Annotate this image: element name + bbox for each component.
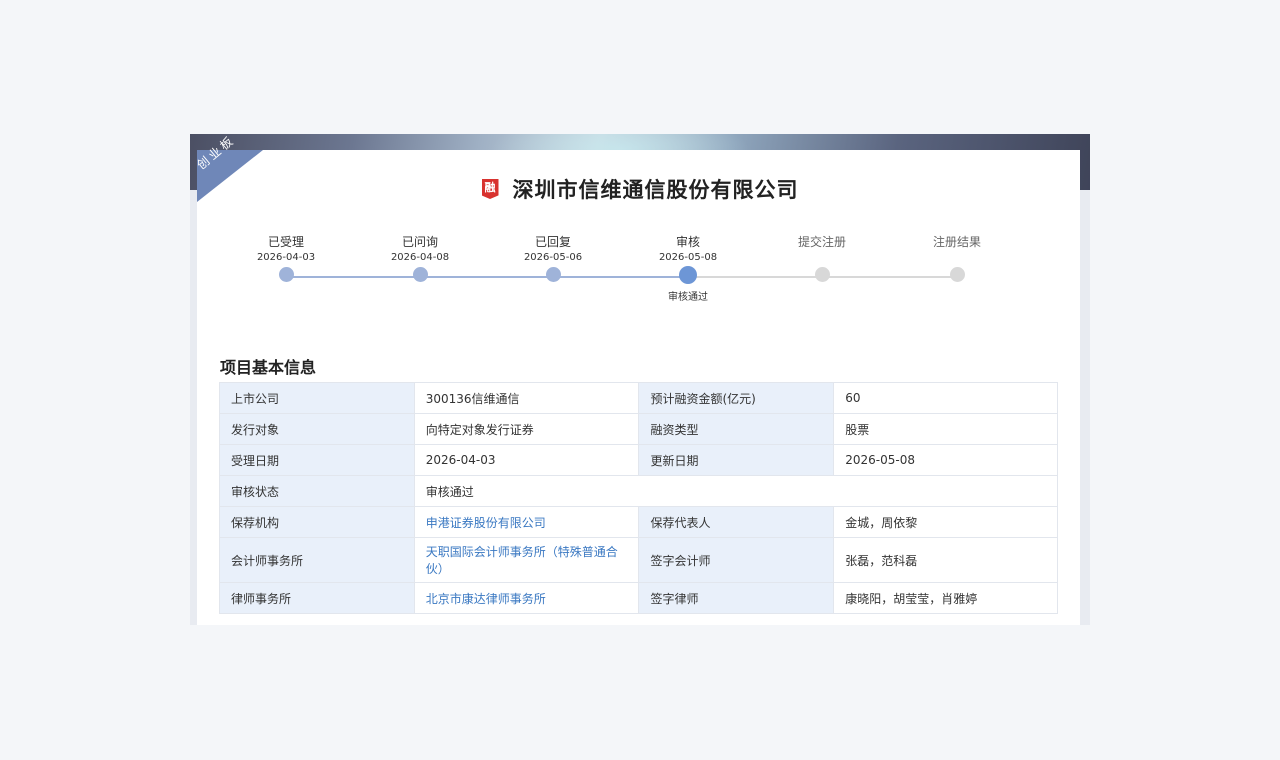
review-status-label: 审核状态 (219, 475, 415, 507)
table-row: 上市公司 300136信维通信 预计融资金额(亿元) 60 (219, 382, 1058, 414)
accountant-value: 张磊，范科磊 (833, 537, 1058, 583)
financing-icon: 融 (481, 179, 499, 199)
review-progress: 已受理 2026-04-03 已问询 2026-04-08 已回复 2026-0… (190, 234, 1090, 314)
project-detail-panel: 创业板 融 深圳市信维通信股份有限公司 已受理 2026-04-03 已问询 2… (190, 134, 1090, 625)
company-title: 深圳市信维通信股份有限公司 (512, 178, 799, 202)
step-date (762, 250, 882, 266)
sponsor-rep-label: 保荐代表人 (638, 506, 835, 538)
sponsor-label: 保荐机构 (219, 506, 415, 538)
step-date: 2026-05-08 (658, 252, 718, 263)
step-date: 2026-05-06 (523, 252, 583, 263)
step-label: 已回复 (534, 235, 571, 249)
accounting-firm-label: 会计师事务所 (219, 537, 415, 583)
step-status: 审核通过 (668, 292, 708, 303)
review-status-value: 审核通过 (413, 475, 1059, 507)
issue-target-value: 向特定对象发行证券 (413, 413, 640, 445)
listed-company-label: 上市公司 (219, 382, 415, 414)
step-replied: 已回复 2026-05-06 (493, 234, 613, 282)
table-row: 保荐机构 申港证券股份有限公司 保荐代表人 金城，周依黎 (219, 506, 1058, 538)
update-date-value: 2026-05-08 (833, 444, 1058, 476)
lawyer-label: 签字律师 (638, 582, 835, 614)
step-dot (949, 267, 965, 282)
step-registration-result: 注册结果 (897, 234, 1017, 282)
step-submit-registration: 提交注册 (762, 234, 882, 282)
step-dot (545, 267, 561, 282)
listed-company-value: 300136信维通信 (413, 382, 640, 414)
accountant-label: 签字会计师 (638, 537, 835, 583)
law-firm-label: 律师事务所 (219, 582, 415, 614)
update-date-label: 更新日期 (638, 444, 835, 476)
step-inquired: 已问询 2026-04-08 (360, 234, 480, 282)
est-financing-value: 60 (833, 382, 1058, 414)
table-row: 发行对象 向特定对象发行证券 融资类型 股票 (219, 413, 1058, 445)
step-date: 2026-04-08 (390, 252, 450, 263)
step-date: 2026-04-03 (256, 252, 316, 263)
accounting-firm-cell: 天职国际会计师事务所（特殊普通合伙） (413, 537, 640, 583)
sponsor-rep-value: 金城，周依黎 (833, 506, 1058, 538)
financing-type-value: 股票 (833, 413, 1058, 445)
table-row: 审核状态 审核通过 (219, 475, 1059, 507)
accept-date-value: 2026-04-03 (413, 444, 640, 476)
step-label: 提交注册 (797, 235, 846, 249)
sponsor-link[interactable]: 申港证券股份有限公司 (426, 516, 546, 530)
section-title: 项目基本信息 (220, 358, 317, 377)
table-row: 会计师事务所 天职国际会计师事务所（特殊普通合伙） 签字会计师 张磊，范科磊 (219, 537, 1058, 583)
table-row: 受理日期 2026-04-03 更新日期 2026-05-08 (219, 444, 1058, 476)
step-dot (278, 267, 294, 282)
step-dot (412, 267, 428, 282)
step-label: 审核 (675, 235, 700, 249)
step-dot (814, 267, 830, 282)
step-label: 已问询 (401, 235, 438, 249)
law-firm-cell: 北京市康达律师事务所 (413, 582, 640, 614)
step-review: 审核 2026-05-08 审核通过 (628, 234, 748, 303)
accept-date-label: 受理日期 (219, 444, 415, 476)
step-dot-current (679, 266, 697, 284)
issue-target-label: 发行对象 (219, 413, 415, 445)
law-firm-link[interactable]: 北京市康达律师事务所 (426, 592, 546, 606)
lawyer-value: 康晓阳，胡莹莹，肖雅婷 (833, 582, 1058, 614)
sponsor-cell: 申港证券股份有限公司 (413, 506, 640, 538)
title-row: 融 深圳市信维通信股份有限公司 (190, 174, 1090, 204)
step-label: 注册结果 (932, 235, 981, 249)
step-label: 已受理 (267, 235, 304, 249)
est-financing-label: 预计融资金额(亿元) (638, 382, 835, 414)
project-info-table: 上市公司 300136信维通信 预计融资金额(亿元) 60 发行对象 向特定对象… (219, 382, 1059, 614)
table-row: 律师事务所 北京市康达律师事务所 签字律师 康晓阳，胡莹莹，肖雅婷 (219, 582, 1058, 614)
financing-type-label: 融资类型 (638, 413, 835, 445)
step-date (897, 250, 1017, 266)
step-accepted: 已受理 2026-04-03 (226, 234, 346, 282)
accounting-firm-link[interactable]: 天职国际会计师事务所（特殊普通合伙） (426, 545, 618, 576)
